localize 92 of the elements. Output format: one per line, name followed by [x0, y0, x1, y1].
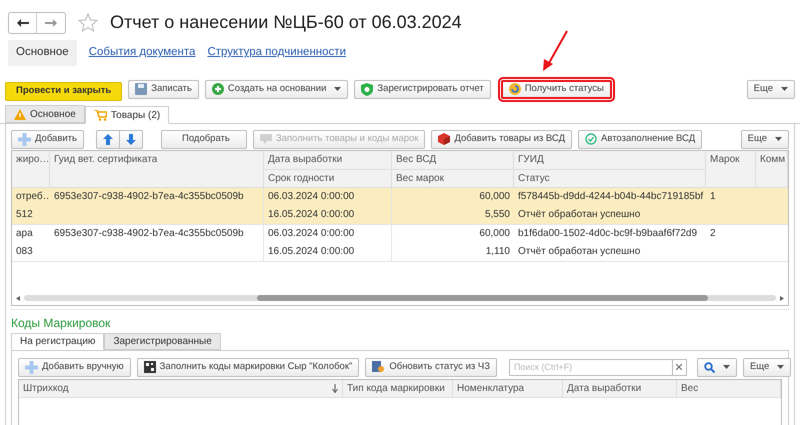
move-down-button[interactable] — [120, 130, 143, 148]
left-arrow-icon — [16, 18, 28, 26]
table-cell-text: 6953e307-c938-4902-b7ea-4c355bc0509b — [53, 227, 245, 241]
table-cell-text: 6953e307-c938-4902-b7ea-4c355bc0509b — [53, 190, 245, 204]
column-header: Дата выработки — [267, 153, 344, 167]
table-cell-text: 60,000 — [478, 227, 511, 241]
toolbar-button[interactable]: Записать — [128, 80, 199, 98]
window-title: Отчет о нанесении №ЦБ-60 от 06.03.2024 — [110, 11, 462, 34]
more-button[interactable]: Еще — [740, 130, 789, 148]
cart-icon — [94, 110, 107, 120]
toolbar-button[interactable]: Обновить статус из ЧЗ — [365, 358, 497, 376]
scroll-right-icon — [780, 296, 784, 300]
tab[interactable]: На регистрацию — [11, 333, 104, 350]
box-icon — [438, 133, 450, 145]
shield-icon — [361, 82, 374, 96]
toolbar-button[interactable]: Подобрать — [161, 130, 247, 148]
toolbar-button[interactable]: Добавить — [11, 130, 84, 148]
clear-button[interactable] — [672, 358, 687, 376]
table-cell-text: 083 — [15, 245, 34, 259]
column-header: Номенклатура — [457, 382, 524, 396]
table-cell-text: отреб… — [15, 190, 50, 204]
caret-icon — [781, 87, 788, 91]
table-cell-text: Отчёт обработан успешно — [517, 245, 642, 259]
column-header: Комм — [759, 153, 786, 167]
annotation-arrow — [540, 30, 570, 72]
post-and-close-button[interactable]: Провести и закрыть — [5, 82, 122, 101]
column-header: жиро… — [15, 153, 49, 167]
nav-tab[interactable]: Структура подчиненности — [207, 40, 346, 66]
tab[interactable]: Зарегистрированные — [104, 333, 221, 350]
table-row[interactable]: отреб… 512 6953e307-c938-4902-b7ea-4c355bc0509b 06.03.2024 0:00:00 16.05.2024 0:00:00 60,000 5,550 f578445b-d9dd-4244-b04b-44bc719185bf Отчёт обработан успешно 1 — [12, 188, 788, 225]
toolbar-button[interactable]: Добавить вручную — [18, 358, 131, 376]
right-arrow-icon — [45, 18, 57, 26]
table-cell-text: 06.03.2024 0:00:00 — [267, 190, 356, 204]
table-cell-text: 60,000 — [478, 190, 511, 204]
table-cell-text: 2 — [709, 227, 717, 241]
column-header: Гуид вет. сертификата — [53, 153, 158, 167]
nav-tab[interactable]: События документа — [88, 40, 196, 66]
table-row[interactable]: ара 083 6953e307-c938-4902-b7ea-4c355bc0509b 06.03.2024 0:00:00 16.05.2024 0:00:00 60,000 1,110 b1f6da00-1502-4d0c-bc9f-b9baaf6f72d9 Отчёт обработан успешно 2 — [12, 225, 788, 262]
scroll-left-icon — [16, 296, 20, 300]
column-header: Срок годности — [264, 169, 391, 187]
more-button[interactable]: Еще — [742, 358, 792, 376]
table-cell-text: 5,550 — [484, 208, 511, 222]
caret-icon — [722, 365, 730, 369]
search-button[interactable] — [696, 358, 737, 376]
refresh-icon — [508, 83, 521, 95]
table-cell-text: 1,110 — [484, 245, 511, 259]
close-icon — [676, 364, 682, 370]
column-header: Вес марок — [392, 169, 513, 187]
table-cell-text: 16.05.2024 0:00:00 — [267, 245, 356, 259]
column-header: Тип кода маркировки — [347, 382, 445, 396]
plus-icon — [25, 360, 38, 374]
column-header: ГУИД — [517, 153, 545, 167]
star-icon[interactable] — [78, 13, 98, 32]
search-icon — [704, 362, 715, 372]
plus-icon — [18, 132, 31, 146]
horizontal-scrollbar[interactable] — [24, 295, 776, 301]
column-header: Дата выработки — [567, 382, 642, 396]
toolbar-button[interactable]: Зарегистрировать отчет — [354, 80, 491, 98]
tab[interactable]: Товары (2) — [84, 106, 170, 124]
plus-circle-icon — [212, 83, 224, 95]
toolbar-button[interactable]: Автозаполнение ВСД — [578, 130, 702, 148]
table-cell-text: 1 — [709, 190, 717, 204]
table-cell-text: 512 — [15, 208, 34, 222]
caret-icon — [775, 137, 782, 141]
table-cell-text: 06.03.2024 0:00:00 — [267, 227, 356, 241]
qr-code-icon — [144, 361, 156, 373]
column-header: Штрихкод — [23, 382, 69, 396]
table-cell-text: Отчёт обработан успешно — [517, 208, 642, 222]
more-button[interactable]: Еще — [746, 80, 795, 98]
column-header: Вес ВСД — [395, 153, 438, 167]
table-cell-text: b1f6da00-1502-4d0c-bc9f-b9baaf6f72d9 — [517, 227, 698, 241]
up-arrow-icon — [103, 134, 113, 144]
toolbar-button[interactable]: Создать на основании — [204, 80, 348, 98]
column-header: Статус — [514, 169, 705, 187]
check-cycle-icon — [585, 133, 598, 145]
search-field[interactable]: Поиск (Ctrl+F) — [508, 358, 673, 376]
sort-down-icon — [332, 384, 338, 393]
warning-icon — [14, 108, 26, 120]
section-title: Коды Маркировок — [11, 315, 112, 332]
column-header: Марок — [709, 153, 741, 167]
table-cell-text: ара — [15, 227, 34, 241]
caret-icon — [777, 365, 784, 369]
nav-tab[interactable]: Основное — [8, 40, 77, 66]
down-arrow-icon — [126, 134, 136, 144]
tab[interactable]: Основное — [5, 105, 85, 123]
table-cell-text: f578445b-d9dd-4244-b04b-44bc719185bf — [517, 190, 704, 204]
table-cell-text: 16.05.2024 0:00:00 — [267, 208, 356, 222]
toolbar-button[interactable]: Добавить товары из ВСД — [431, 130, 572, 148]
move-up-button[interactable] — [96, 130, 120, 148]
toolbar-button[interactable]: Заполнить коды маркировки Сыр "Колобок" — [136, 358, 360, 376]
caret-icon — [334, 87, 342, 91]
column-header: Вес — [681, 382, 698, 396]
